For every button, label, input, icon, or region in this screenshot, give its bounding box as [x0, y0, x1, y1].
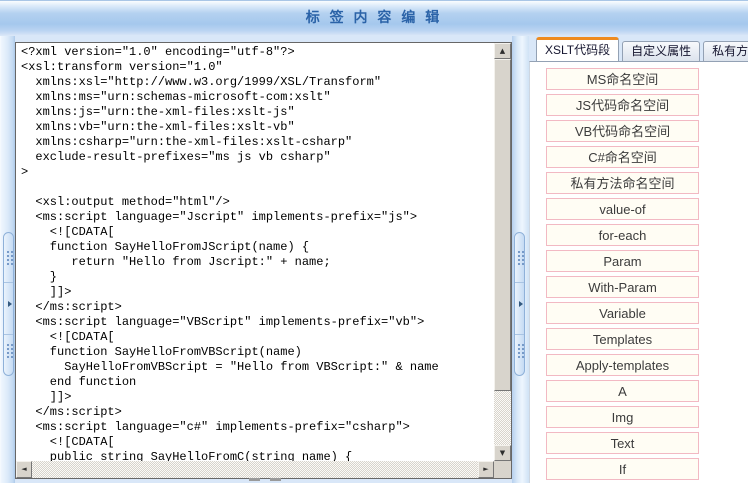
- tab-custom-attributes[interactable]: 自定义属性: [622, 41, 700, 61]
- snippet-button[interactable]: Apply-templates: [546, 354, 699, 376]
- left-splitter[interactable]: [0, 36, 15, 483]
- tab-xslt-snippets[interactable]: XSLT代码段: [536, 37, 619, 61]
- left-splitter-handle[interactable]: [3, 232, 14, 376]
- snippet-button[interactable]: Variable: [546, 302, 699, 324]
- snippet-tab-body: MS命名空间 JS代码命名空间 VB代码命名空间 C#命名空间私有方法命名空间 valu…: [529, 61, 748, 483]
- snippet-panel-tabs: XSLT代码段自定义属性私有方法段: [536, 36, 748, 61]
- vertical-scroll-thumb[interactable]: [494, 59, 511, 391]
- grip-dash-icon: [249, 478, 260, 481]
- grip-dots-icon: [7, 344, 13, 359]
- tag-content-edit-window: 标 签 内 容 编 辑 <?xml version="1.0" encoding…: [0, 0, 748, 483]
- header: 标 签 内 容 编 辑: [0, 1, 748, 35]
- tab-private-methods[interactable]: 私有方法段: [703, 41, 748, 61]
- middle-splitter-handle[interactable]: [514, 232, 525, 376]
- snippet-button[interactable]: If: [546, 458, 699, 480]
- page-title: 标 签 内 容 编 辑: [0, 1, 748, 34]
- code-editor: <?xml version="1.0" encoding="utf-8"?> <…: [15, 42, 512, 479]
- snippet-button[interactable]: Text: [546, 432, 699, 454]
- snippet-button[interactable]: With-Param: [546, 276, 699, 298]
- bottom-splitter-grip[interactable]: [249, 478, 293, 482]
- scroll-right-button[interactable]: ►: [478, 461, 494, 478]
- snippet-panel: XSLT代码段自定义属性私有方法段 MS命名空间 JS代码命名空间 VB代码命名空间…: [529, 36, 748, 483]
- scroll-up-button[interactable]: ▲: [494, 43, 511, 59]
- expand-right-arrow-icon[interactable]: [519, 301, 523, 307]
- editor-horizontal-scrollbar[interactable]: ◄ ►: [16, 461, 494, 478]
- snippet-button[interactable]: A: [546, 380, 699, 402]
- horizontal-scroll-track[interactable]: [32, 461, 478, 478]
- snippet-button[interactable]: JS代码命名空间: [546, 94, 699, 116]
- scroll-down-button[interactable]: ▼: [494, 445, 511, 461]
- editor-vertical-scrollbar[interactable]: ▲ ▼: [494, 43, 511, 461]
- snippet-button[interactable]: Img: [546, 406, 699, 428]
- vertical-scroll-track[interactable]: [494, 59, 511, 445]
- snippet-button[interactable]: C#命名空间: [546, 146, 699, 168]
- scrollbar-corner: [494, 461, 511, 478]
- snippet-button[interactable]: for-each: [546, 224, 699, 246]
- snippet-button[interactable]: value-of: [546, 198, 699, 220]
- xslt-code-textarea[interactable]: <?xml version="1.0" encoding="utf-8"?> <…: [16, 43, 494, 461]
- expand-right-arrow-icon[interactable]: [8, 301, 12, 307]
- snippet-button[interactable]: VB代码命名空间: [546, 120, 699, 142]
- grip-dots-icon: [518, 344, 524, 359]
- middle-splitter[interactable]: [512, 36, 529, 483]
- scroll-left-button[interactable]: ◄: [16, 461, 32, 478]
- snippet-button[interactable]: Param: [546, 250, 699, 272]
- grip-dash-icon: [270, 478, 281, 481]
- snippet-button-list: MS命名空间 JS代码命名空间 VB代码命名空间 C#命名空间私有方法命名空间 valu…: [546, 68, 699, 483]
- grip-dots-icon: [7, 251, 13, 266]
- snippet-button[interactable]: 私有方法命名空间: [546, 172, 699, 194]
- snippet-button[interactable]: Templates: [546, 328, 699, 350]
- grip-dots-icon: [518, 251, 524, 266]
- snippet-button[interactable]: MS命名空间: [546, 68, 699, 90]
